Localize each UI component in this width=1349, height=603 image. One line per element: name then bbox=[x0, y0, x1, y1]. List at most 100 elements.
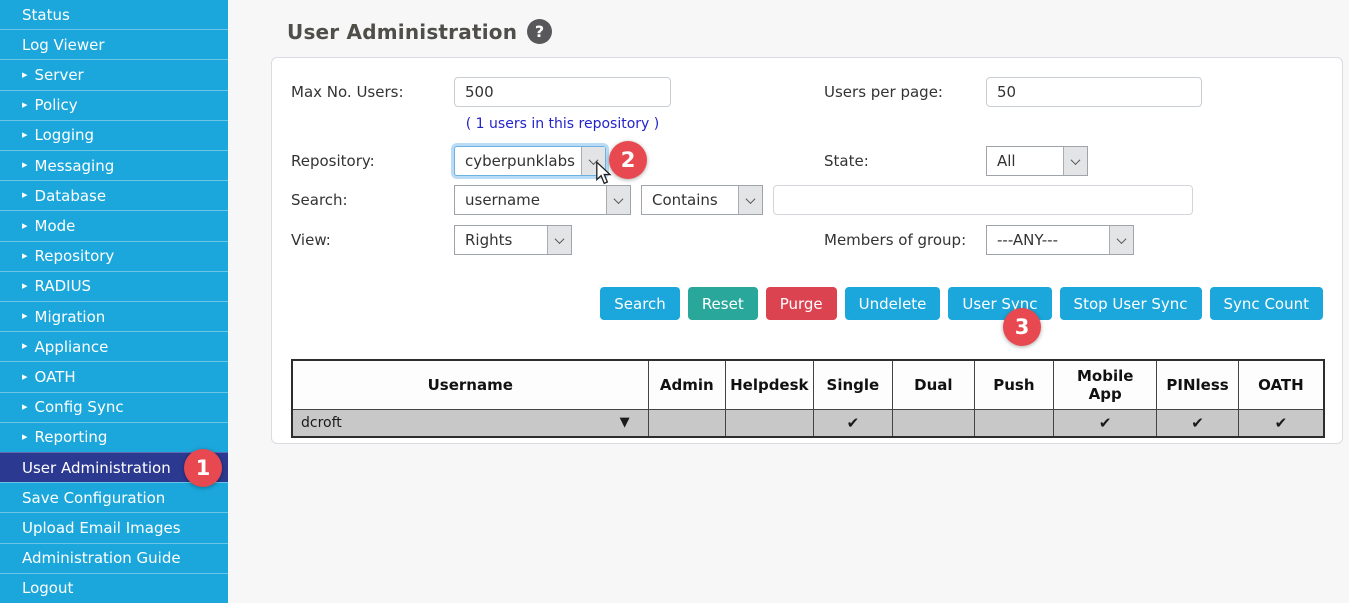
sidebar-item-label: RADIUS bbox=[35, 277, 92, 295]
reset-button[interactable]: Reset bbox=[688, 287, 758, 320]
sidebar-item-oath[interactable]: ▸ OATH bbox=[0, 361, 228, 391]
submenu-arrow-icon: ▸ bbox=[22, 430, 28, 443]
help-icon[interactable]: ? bbox=[527, 19, 552, 44]
sidebar-item-label: Reporting bbox=[35, 428, 108, 446]
sidebar-item-label: Administration Guide bbox=[22, 549, 181, 567]
sidebar-item-label: Mode bbox=[35, 217, 76, 235]
submenu-arrow-icon: ▸ bbox=[22, 219, 28, 232]
sidebar-item-label: Config Sync bbox=[35, 398, 124, 416]
table-row: dcroft▼ ✔ ✔ ✔ ✔ bbox=[292, 410, 1324, 437]
sidebar-item-config-sync[interactable]: ▸Config Sync bbox=[0, 392, 228, 422]
view-select-value: Rights bbox=[455, 226, 547, 254]
users-table: UsernameAdminHelpdeskSingleDualPushMobil… bbox=[291, 359, 1325, 438]
column-header-pinless: PINless bbox=[1157, 360, 1239, 410]
chevron-down-icon[interactable] bbox=[581, 147, 605, 175]
submenu-arrow-icon: ▸ bbox=[22, 279, 28, 292]
column-header-username: Username bbox=[292, 360, 648, 410]
column-header-admin: Admin bbox=[648, 360, 725, 410]
sidebar-item-label: OATH bbox=[35, 368, 76, 386]
repository-count-note: ( 1 users in this repository ) bbox=[454, 116, 671, 132]
sidebar-item-migration[interactable]: ▸Migration bbox=[0, 301, 228, 331]
chevron-down-icon[interactable] bbox=[547, 226, 571, 254]
checkmark-icon: ✔ bbox=[847, 414, 860, 432]
search-button[interactable]: Search bbox=[600, 287, 680, 320]
sidebar-item-label: Database bbox=[35, 187, 107, 205]
submenu-arrow-icon: ▸ bbox=[22, 339, 28, 352]
submenu-arrow-icon: ▸ bbox=[22, 68, 28, 81]
chevron-down-icon[interactable] bbox=[1109, 226, 1133, 254]
user-admin-panel: Max No. Users: Users per page: ( 1 users… bbox=[271, 57, 1343, 444]
submenu-arrow-icon: ▸ bbox=[22, 158, 28, 171]
sidebar-item-mode[interactable]: ▸ Mode bbox=[0, 210, 228, 240]
sidebar-item-logout[interactable]: Logout bbox=[0, 573, 228, 603]
sidebar-item-server[interactable]: ▸ Server bbox=[0, 59, 228, 89]
purge-button[interactable]: Purge bbox=[766, 287, 837, 320]
sidebar-item-save-configuration[interactable]: Save Configuration bbox=[0, 482, 228, 512]
sidebar-item-label: Status bbox=[22, 6, 70, 24]
submenu-arrow-icon: ▸ bbox=[22, 309, 28, 322]
pinless-cell: ✔ bbox=[1157, 410, 1239, 437]
sidebar-item-label: Repository bbox=[35, 247, 115, 265]
search-operator-select[interactable]: Contains bbox=[641, 185, 763, 215]
sidebar-item-administration-guide[interactable]: Administration Guide bbox=[0, 543, 228, 573]
submenu-arrow-icon: ▸ bbox=[22, 249, 28, 262]
users-per-page-label: Users per page: bbox=[824, 77, 943, 107]
state-select[interactable]: All bbox=[986, 146, 1088, 176]
annotation-badge-2: 2 bbox=[609, 141, 647, 179]
chevron-down-icon[interactable] bbox=[1063, 147, 1087, 175]
members-of-group-select-value: ---ANY--- bbox=[987, 226, 1109, 254]
sidebar-item-label: Server bbox=[35, 66, 84, 84]
sidebar-item-label: Upload Email Images bbox=[22, 519, 181, 537]
repository-select-value: cyberpunklabs bbox=[455, 147, 581, 175]
sidebar-item-log-viewer[interactable]: Log Viewer bbox=[0, 29, 228, 59]
users-table-body: dcroft▼ ✔ ✔ ✔ ✔ bbox=[292, 410, 1324, 437]
undelete-button[interactable]: Undelete bbox=[845, 287, 941, 320]
view-select[interactable]: Rights bbox=[454, 225, 572, 255]
oath-cell: ✔ bbox=[1238, 410, 1324, 437]
sidebar-item-status[interactable]: Status bbox=[0, 0, 228, 29]
sidebar-item-policy[interactable]: ▸Policy bbox=[0, 90, 228, 120]
sidebar-item-upload-email-images[interactable]: Upload Email Images bbox=[0, 512, 228, 542]
sidebar-item-appliance[interactable]: ▸ Appliance bbox=[0, 331, 228, 361]
push-cell bbox=[974, 410, 1053, 437]
checkmark-icon: ✔ bbox=[1275, 414, 1288, 432]
members-of-group-select[interactable]: ---ANY--- bbox=[986, 225, 1134, 255]
chevron-down-icon[interactable] bbox=[606, 186, 630, 214]
max-users-label: Max No. Users: bbox=[291, 77, 404, 107]
helpdesk-cell bbox=[725, 410, 813, 437]
sync-count-button[interactable]: Sync Count bbox=[1210, 287, 1323, 320]
stop-user-sync-button[interactable]: Stop User Sync bbox=[1060, 287, 1202, 320]
single-cell: ✔ bbox=[813, 410, 892, 437]
submenu-arrow-icon: ▸ bbox=[22, 370, 28, 383]
repository-select[interactable]: cyberpunklabs bbox=[454, 146, 606, 176]
column-header-helpdesk: Helpdesk bbox=[725, 360, 813, 410]
dual-cell bbox=[893, 410, 975, 437]
state-label: State: bbox=[824, 146, 869, 176]
sidebar-item-messaging[interactable]: ▸ Messaging bbox=[0, 150, 228, 180]
chevron-down-icon[interactable] bbox=[738, 186, 762, 214]
search-label: Search: bbox=[291, 185, 348, 215]
search-query-input[interactable] bbox=[773, 185, 1193, 215]
sidebar-item-label: User Administration bbox=[22, 459, 171, 477]
users-per-page-input[interactable] bbox=[986, 77, 1202, 107]
sidebar-item-radius[interactable]: ▸ RADIUS bbox=[0, 271, 228, 301]
max-users-input[interactable] bbox=[454, 77, 671, 107]
checkmark-icon: ✔ bbox=[1191, 414, 1204, 432]
column-header-mobile-app: Mobile App bbox=[1054, 360, 1157, 410]
sidebar-item-reporting[interactable]: ▸ Reporting bbox=[0, 422, 228, 452]
row-expand-icon[interactable]: ▼ bbox=[620, 415, 630, 430]
column-header-oath: OATH bbox=[1238, 360, 1324, 410]
repository-label: Repository: bbox=[291, 146, 375, 176]
view-label: View: bbox=[291, 225, 331, 255]
sidebar-item-label: Messaging bbox=[35, 157, 115, 175]
sidebar-item-repository[interactable]: ▸ Repository bbox=[0, 241, 228, 271]
annotation-badge-3: 3 bbox=[1003, 308, 1041, 346]
column-header-single: Single bbox=[813, 360, 892, 410]
sidebar-item-label: Log Viewer bbox=[22, 36, 105, 54]
sidebar-item-logging[interactable]: ▸Logging bbox=[0, 120, 228, 150]
username-cell[interactable]: dcroft▼ bbox=[292, 410, 648, 437]
search-field-select[interactable]: username bbox=[454, 185, 631, 215]
sidebar-item-label: Appliance bbox=[35, 338, 109, 356]
checkmark-icon: ✔ bbox=[1099, 414, 1112, 432]
sidebar-item-database[interactable]: ▸Database bbox=[0, 180, 228, 210]
